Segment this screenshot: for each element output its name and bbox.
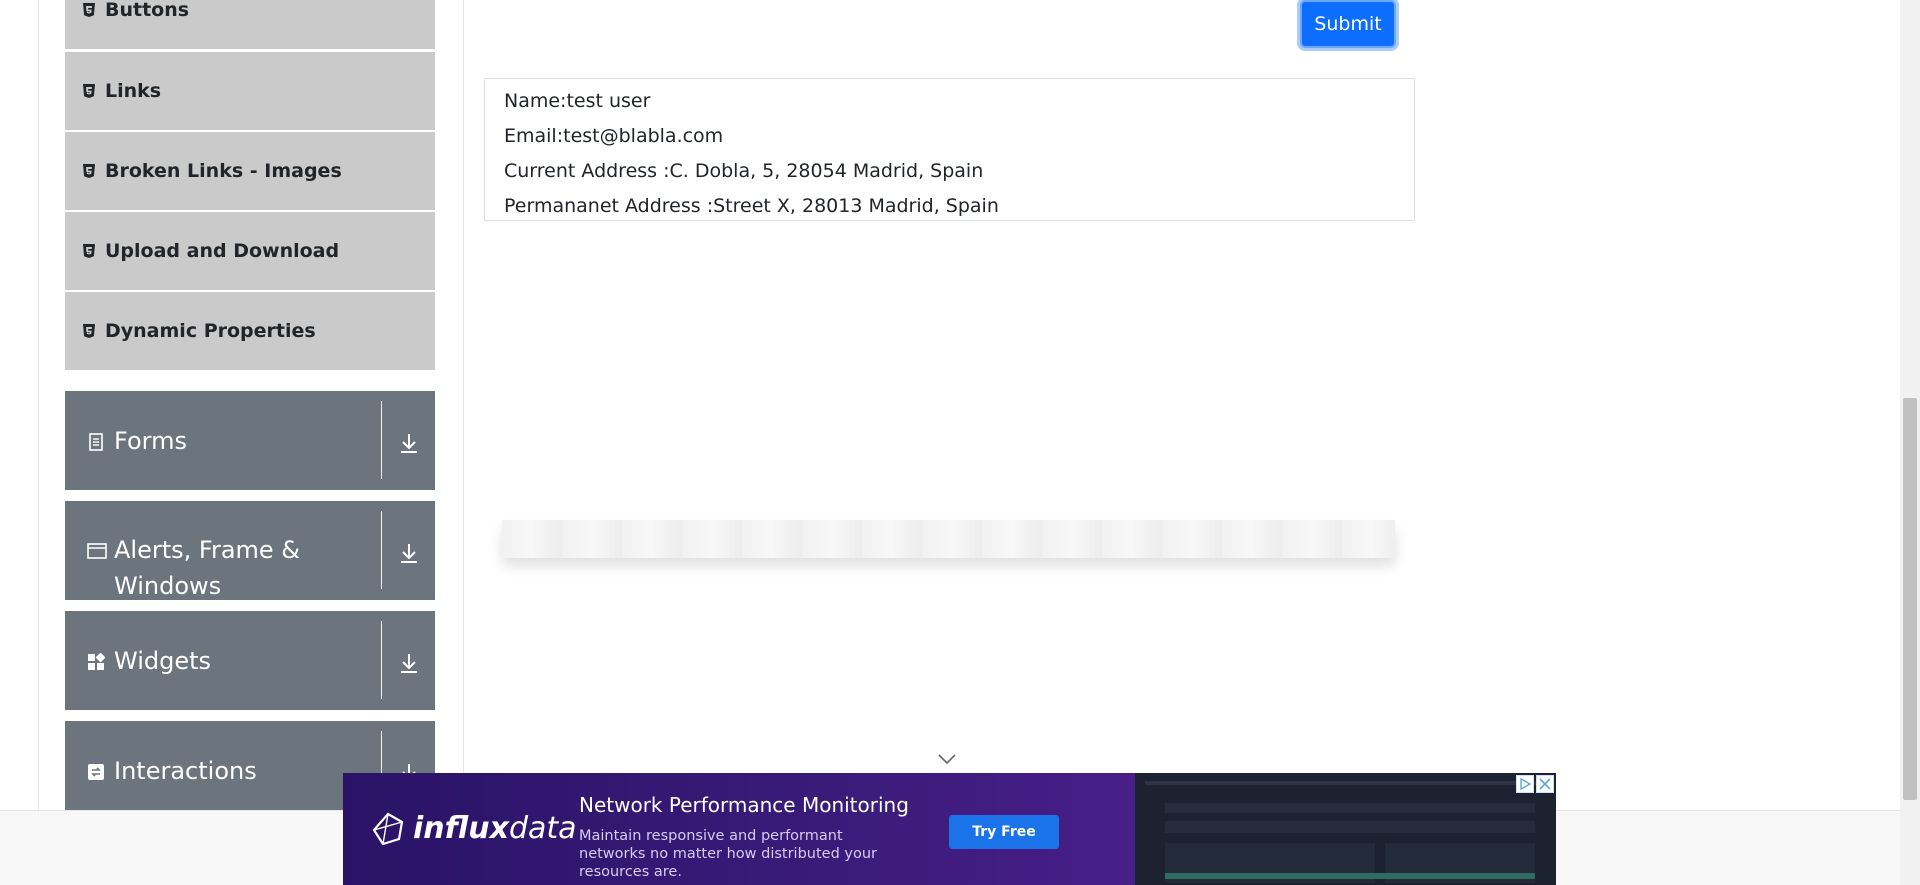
group-label: Forms	[114, 427, 187, 455]
influxdata-logo-icon	[372, 812, 404, 845]
widgets-icon	[87, 652, 106, 671]
download-arrow-icon[interactable]	[397, 431, 421, 455]
output-email: Email:test@blabla.com	[504, 125, 724, 147]
sidebar-item-label: Upload and Download	[105, 240, 340, 262]
ad-choices-icon[interactable]	[1516, 775, 1534, 793]
ad-brand: influxdata	[413, 811, 577, 846]
sidebar-item-broken-links[interactable]: Broken Links - Images	[65, 132, 435, 210]
ad-banner[interactable]: influxdata Network Performance Monitorin…	[343, 773, 1556, 885]
html5-icon	[83, 324, 95, 338]
submit-button[interactable]: Submit	[1300, 0, 1396, 48]
sidebar-item-links[interactable]: Links	[65, 52, 435, 130]
sidebar-item-label: Broken Links - Images	[105, 160, 342, 182]
output-current-address: Current Address :C. Dobla, 5, 28054 Madr…	[504, 160, 984, 182]
ad-close-icon[interactable]	[1536, 775, 1554, 793]
sidebar-item-label: Buttons	[105, 0, 190, 21]
scrollbar-thumb[interactable]	[1903, 398, 1917, 800]
sidebar-group-widgets[interactable]: Widgets	[65, 611, 435, 710]
sidebar-item-dynamic-properties[interactable]: Dynamic Properties	[65, 292, 435, 370]
download-arrow-icon[interactable]	[397, 541, 421, 565]
interactions-icon	[87, 763, 105, 781]
sidebar-item-upload-download[interactable]: Upload and Download	[65, 212, 435, 290]
ad-title: Network Performance Monitoring	[579, 793, 909, 817]
group-label: Widgets	[114, 647, 212, 675]
output-panel: Name:test user Email:test@blabla.com Cur…	[484, 78, 1415, 221]
window-icon	[87, 542, 107, 560]
html5-icon	[83, 84, 95, 98]
divider	[381, 401, 382, 479]
group-label-line2: Windows	[114, 572, 222, 600]
sidebar-group-alerts-frame-windows[interactable]: Alerts, Frame & Windows	[65, 501, 435, 600]
group-label: Interactions	[114, 757, 257, 785]
download-arrow-icon[interactable]	[397, 651, 421, 675]
divider	[381, 511, 382, 589]
html5-icon	[83, 164, 95, 178]
html5-icon	[83, 244, 95, 258]
document-icon	[87, 433, 105, 451]
chevron-down-icon[interactable]	[937, 752, 957, 766]
sidebar-item-label: Links	[105, 80, 162, 102]
sidebar-group-forms[interactable]: Forms	[65, 391, 435, 490]
ad-try-free-button[interactable]: Try Free	[949, 815, 1059, 849]
output-name: Name:test user	[504, 90, 651, 112]
group-label: Alerts, Frame &	[114, 536, 301, 564]
sidebar-item-buttons[interactable]: Buttons	[65, 0, 435, 49]
influxdata-logo: influxdata	[371, 811, 577, 846]
ad-dashboard-screenshot	[1135, 773, 1556, 885]
page: Buttons Links Broken Links - Images Uplo…	[0, 0, 1920, 885]
divider	[381, 621, 382, 699]
output-permanent-address: Permananet Address :Street X, 28013 Madr…	[504, 195, 999, 217]
sidebar-item-label: Dynamic Properties	[105, 320, 316, 342]
ad-description: Maintain responsive and performant netwo…	[579, 828, 878, 880]
html5-icon	[83, 3, 95, 17]
ad-placeholder-strip	[502, 520, 1395, 558]
